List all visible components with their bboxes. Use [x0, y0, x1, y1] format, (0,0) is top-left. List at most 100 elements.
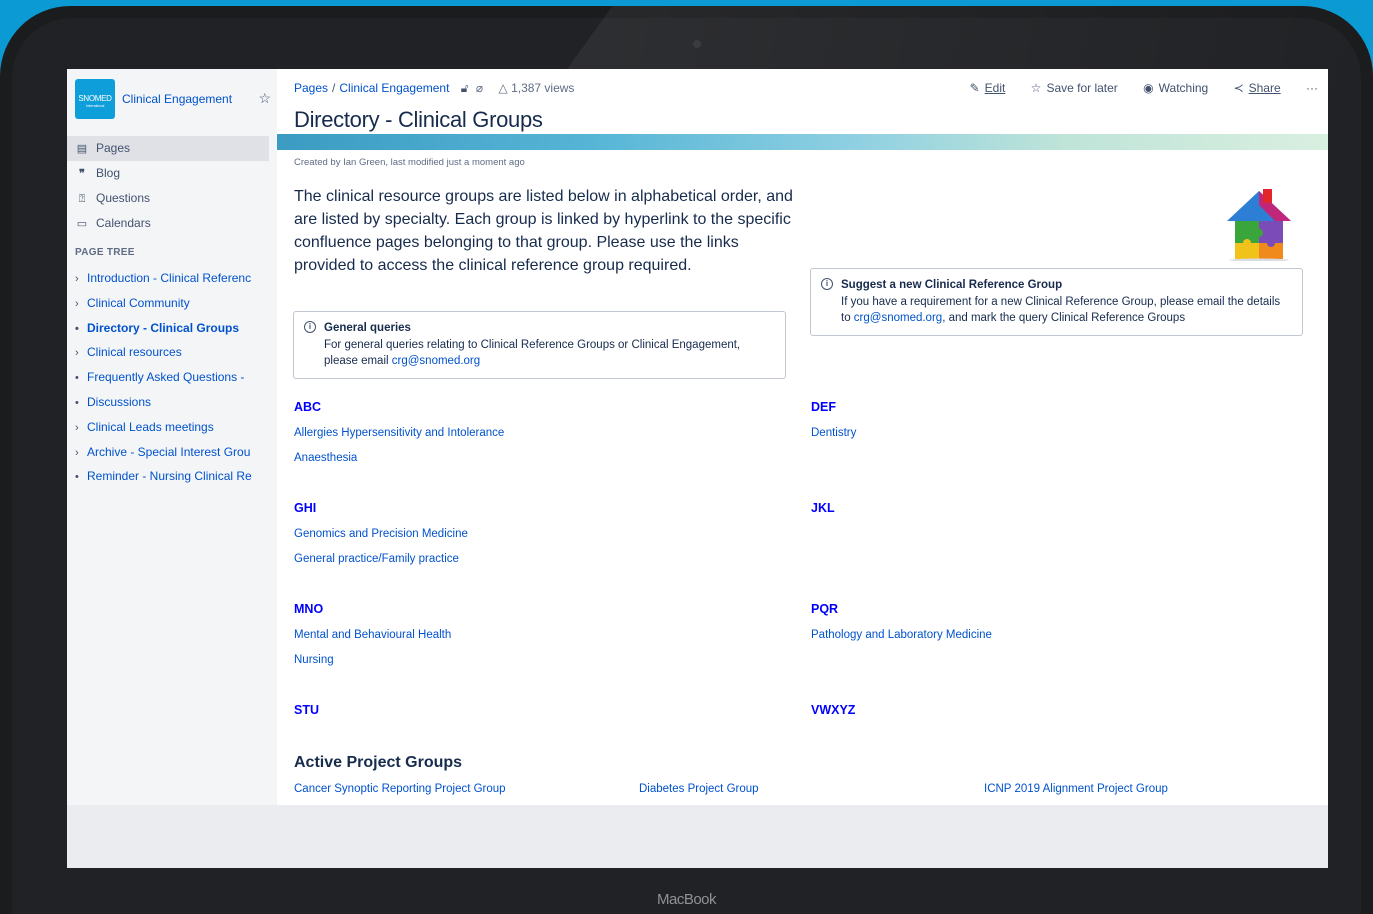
- sidebar-item-label: Calendars: [96, 216, 151, 230]
- tree-item-label: Frequently Asked Questions -: [87, 370, 245, 385]
- tree-item-label: Reminder - Nursing Clinical Re: [87, 469, 252, 484]
- intro-paragraph: The clinical resource groups are listed …: [294, 188, 793, 274]
- group-heading: VWXYZ: [811, 703, 856, 717]
- tree-item-label: Clinical resources: [87, 345, 182, 360]
- space-logo-text: SNOMED: [78, 94, 112, 103]
- tree-item[interactable]: › Archive - Special Interest Grou: [75, 440, 267, 465]
- save-label: Save for later: [1046, 81, 1118, 95]
- space-logo-subtext: International: [85, 103, 105, 108]
- email-link[interactable]: crg@snomed.org: [392, 355, 480, 367]
- panel-title: General queries: [324, 322, 411, 334]
- space-name-link[interactable]: Clinical Engagement: [122, 92, 232, 106]
- tree-item[interactable]: › Clinical Leads meetings: [75, 415, 267, 440]
- attachment-icon[interactable]: ⌀: [476, 81, 483, 95]
- sidebar-nav: ▤ Pages ❞ Blog ⍰ Questions ▭ Calendars: [67, 136, 269, 236]
- watching-label: Watching: [1158, 81, 1209, 95]
- chevron-right-icon[interactable]: ›: [75, 416, 87, 440]
- save-for-later-button[interactable]: ☆ Save for later: [1031, 81, 1118, 95]
- space-header: SNOMED International Clinical Engagement…: [75, 79, 271, 119]
- breadcrumb: Pages / Clinical Engagement 🔓︎ ⌀ △ 1,387 v…: [294, 81, 574, 96]
- info-icon: i: [821, 278, 833, 290]
- sidebar-item-calendars[interactable]: ▭ Calendars: [67, 211, 269, 236]
- general-queries-panel: i General queries For general queries re…: [293, 311, 786, 379]
- calendar-icon: ▭: [76, 218, 88, 230]
- sidebar-item-label: Blog: [96, 166, 121, 180]
- page-content: Pages / Clinical Engagement 🔓︎ ⌀ △ 1,387 v…: [277, 69, 1328, 805]
- group-heading: MNO: [294, 602, 324, 616]
- email-link[interactable]: crg@snomed.org: [854, 312, 942, 324]
- sidebar-item-questions[interactable]: ⍰ Questions: [67, 186, 269, 211]
- bullet-icon: •: [75, 471, 79, 484]
- tree-item-label: Clinical Community: [87, 295, 190, 310]
- star-icon: ☆: [1030, 81, 1042, 95]
- edit-button[interactable]: ✎ Edit: [970, 81, 1006, 95]
- breadcrumb-space[interactable]: Clinical Engagement: [339, 81, 449, 95]
- group-link[interactable]: Nursing: [294, 654, 334, 666]
- group-link[interactable]: General practice/Family practice: [294, 553, 459, 565]
- active-projects-heading: Active Project Groups: [294, 754, 463, 771]
- breadcrumb-pages[interactable]: Pages: [294, 81, 328, 95]
- page-views[interactable]: 1,387 views: [511, 81, 574, 95]
- group-heading: PQR: [811, 602, 839, 616]
- pencil-icon: ✎: [969, 81, 980, 95]
- watching-button[interactable]: ◉ Watching: [1143, 81, 1208, 95]
- sidebar-item-label: Pages: [96, 141, 131, 155]
- panel-text: For general queries relating to Clinical…: [324, 338, 741, 368]
- tree-item[interactable]: • Discussions: [75, 390, 267, 415]
- space-sidebar: SNOMED International Clinical Engagement…: [67, 69, 277, 805]
- tree-item-current[interactable]: • Directory - Clinical Groups: [75, 316, 267, 341]
- tree-item[interactable]: › Introduction - Clinical Referenc: [75, 266, 267, 291]
- panel-text-tail: , and mark the query Clinical Reference …: [942, 312, 1186, 324]
- group-link[interactable]: Genomics and Precision Medicine: [294, 528, 468, 540]
- device-brand: MacBook: [656, 891, 717, 908]
- eye-icon: ◉: [1143, 81, 1154, 95]
- camera-icon: [693, 40, 701, 48]
- blog-icon: ❞: [79, 168, 85, 180]
- share-icon: ≺: [1233, 81, 1244, 95]
- group-link[interactable]: Anaesthesia: [294, 452, 357, 464]
- group-heading: STU: [294, 703, 319, 717]
- edit-label: Edit: [984, 81, 1006, 95]
- tree-item[interactable]: › Clinical Community: [75, 291, 267, 316]
- page-title: Directory - Clinical Groups: [294, 107, 543, 132]
- group-heading: GHI: [294, 501, 317, 515]
- panel-body: If you have a requirement for a new Clin…: [841, 294, 1292, 327]
- project-link[interactable]: Diabetes Project Group: [639, 783, 759, 795]
- tree-item-label: Archive - Special Interest Grou: [87, 444, 251, 459]
- analytics-icon[interactable]: △: [498, 81, 507, 95]
- tree-item-label: Introduction - Clinical Referenc: [87, 271, 252, 285]
- chevron-right-icon[interactable]: ›: [75, 267, 87, 291]
- project-link[interactable]: Cancer Synoptic Reporting Project Group: [294, 783, 506, 795]
- browser-screen: SNOMED International Clinical Engagement…: [67, 69, 1328, 868]
- share-button[interactable]: ≺ Share: [1234, 81, 1281, 95]
- page-actions: ✎ Edit ☆ Save for later ◉ Watching ≺ Share ·…: [948, 81, 1318, 95]
- space-logo[interactable]: SNOMED International: [75, 79, 115, 119]
- bullet-icon: •: [75, 372, 79, 385]
- header-banner: [277, 134, 1328, 150]
- panel-body: For general queries relating to Clinical…: [324, 337, 775, 370]
- star-icon[interactable]: ☆: [258, 90, 271, 107]
- page-byline: Created by Ian Green, last modified just…: [294, 157, 525, 168]
- screen-footer-area: [67, 805, 1328, 868]
- group-heading: DEF: [811, 400, 836, 414]
- group-link[interactable]: Allergies Hypersensitivity and Intoleran…: [294, 427, 504, 439]
- more-actions-button[interactable]: ···: [1306, 81, 1318, 95]
- chevron-right-icon[interactable]: ›: [75, 441, 87, 465]
- group-link[interactable]: Pathology and Laboratory Medicine: [811, 629, 992, 641]
- restrictions-icon[interactable]: 🔓︎: [461, 81, 469, 95]
- group-link[interactable]: Dentistry: [811, 427, 856, 439]
- bullet-icon: •: [75, 396, 79, 409]
- tree-item-label: Discussions: [87, 394, 152, 409]
- tree-item[interactable]: • Frequently Asked Questions -: [75, 365, 267, 390]
- sidebar-item-blog[interactable]: ❞ Blog: [67, 161, 269, 186]
- chevron-right-icon[interactable]: ›: [75, 341, 87, 365]
- chevron-right-icon[interactable]: ›: [75, 292, 87, 316]
- share-label: Share: [1248, 81, 1281, 95]
- tree-item[interactable]: › Clinical resources: [75, 340, 267, 365]
- project-link[interactable]: ICNP 2019 Alignment Project Group: [984, 783, 1168, 795]
- sidebar-item-label: Questions: [96, 191, 151, 205]
- suggest-group-panel: i Suggest a new Clinical Reference Group…: [810, 268, 1303, 336]
- tree-item[interactable]: • Reminder - Nursing Clinical Re: [75, 464, 267, 489]
- sidebar-item-pages[interactable]: ▤ Pages: [67, 136, 269, 161]
- group-link[interactable]: Mental and Behavioural Health: [294, 629, 451, 641]
